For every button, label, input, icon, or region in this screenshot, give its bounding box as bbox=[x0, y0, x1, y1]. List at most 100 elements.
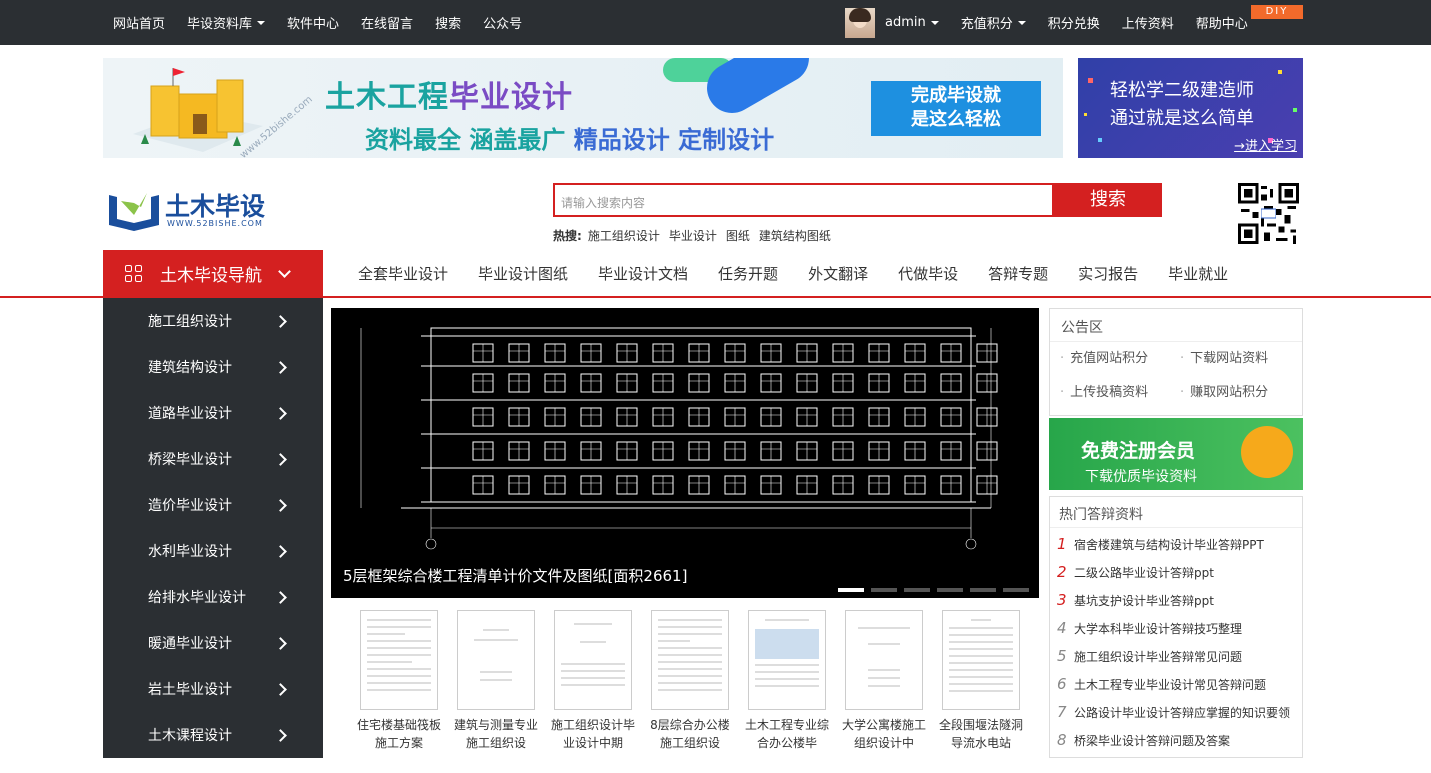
thumbnail-card[interactable]: 全段围堰法隧洞导流水电站 bbox=[939, 598, 1023, 758]
sidebar-item[interactable]: 桥梁毕业设计 bbox=[103, 436, 323, 482]
nav-link[interactable]: 毕业设计图纸 bbox=[478, 263, 568, 284]
nav-link[interactable]: 毕业设计文档 bbox=[598, 263, 688, 284]
register-banner-subtitle: 下载优质毕设资料 bbox=[1085, 469, 1197, 485]
hot-search-link[interactable]: 建筑结构图纸 bbox=[759, 227, 831, 244]
chevron-right-icon bbox=[274, 636, 287, 650]
banner-cta-button[interactable]: 完成毕设就 是这么轻松 bbox=[871, 81, 1041, 136]
hot-search-link[interactable]: 施工组织设计 bbox=[588, 227, 660, 244]
search-button[interactable]: 搜索 bbox=[1054, 183, 1162, 217]
document-thumbnails: 住宅楼基础筏板施工方案 建筑与测量专业施工组织设 施工组织设计毕业设计中期 8层… bbox=[331, 598, 1039, 758]
nav-link[interactable]: 代做毕设 bbox=[898, 263, 958, 284]
slider-dot[interactable] bbox=[1003, 588, 1029, 592]
hot-search-link[interactable]: 毕业设计 bbox=[669, 227, 717, 244]
hot-defense-list: 1 宿舍楼建筑与结构设计毕业答辩PPT 2 二级公路毕业设计答辩ppt 3 基坑支护设… bbox=[1050, 528, 1302, 754]
top-link-home[interactable]: 网站首页 bbox=[113, 13, 165, 32]
nav-link[interactable]: 任务开题 bbox=[718, 263, 778, 284]
thumbnail-card[interactable]: 土木工程专业综合办公楼毕 bbox=[745, 598, 829, 758]
recharge-menu[interactable]: 充值积分 bbox=[961, 13, 1026, 32]
document-preview bbox=[360, 610, 438, 710]
slider-dot[interactable] bbox=[970, 588, 996, 592]
rank-number: 8 bbox=[1057, 731, 1067, 749]
hot-search-link[interactable]: 图纸 bbox=[726, 227, 750, 244]
list-item-title: 二级公路毕业设计答辩ppt bbox=[1074, 566, 1214, 580]
sidebar-item[interactable]: 岩土毕业设计 bbox=[103, 666, 323, 712]
sidebar-item[interactable]: 土木课程设计 bbox=[103, 712, 323, 758]
sidebar-item-label: 施工组织设计 bbox=[148, 314, 232, 330]
thumbnail-title: 土木工程专业综合办公楼毕 bbox=[745, 718, 829, 750]
sidebar-item-label: 造价毕业设计 bbox=[148, 498, 232, 514]
slider-dot[interactable] bbox=[937, 588, 963, 592]
diy-badge[interactable]: DIY bbox=[1251, 5, 1303, 19]
banner-cta-line2: 是这么轻松 bbox=[911, 109, 1001, 130]
notice-link[interactable]: 充值网站积分 bbox=[1060, 342, 1180, 376]
grid-icon bbox=[125, 264, 142, 282]
thumbnail-card[interactable]: 施工组织设计毕业设计中期 bbox=[551, 598, 635, 758]
sidebar-item[interactable]: 水利毕业设计 bbox=[103, 528, 323, 574]
slider-caption[interactable]: 5层框架综合楼工程清单计价文件及图纸[面积2661] bbox=[343, 565, 687, 586]
notice-link[interactable]: 下载网站资料 bbox=[1180, 342, 1300, 376]
featured-slider[interactable]: 5层框架综合楼工程清单计价文件及图纸[面积2661] bbox=[331, 308, 1039, 598]
register-banner[interactable]: 免费注册会员 下载优质毕设资料 bbox=[1049, 418, 1303, 490]
sidebar-item[interactable]: 道路毕业设计 bbox=[103, 390, 323, 436]
user-menu[interactable]: admin bbox=[885, 15, 939, 30]
chevron-right-icon bbox=[274, 452, 287, 466]
list-item[interactable]: 8 桥梁毕业设计答辩问题及答案 bbox=[1057, 726, 1302, 754]
sidebar-item[interactable]: 施工组织设计 bbox=[103, 298, 323, 344]
logo-url: WWW.52BISHE.COM bbox=[167, 219, 263, 228]
category-nav-toggle[interactable]: 土木毕设导航 bbox=[103, 250, 323, 296]
logo-name: 土木毕设 bbox=[165, 192, 266, 221]
side-banner-link[interactable]: →进入学习 bbox=[1234, 135, 1297, 154]
notice-panel: 公告区 充值网站积分 下载网站资料 上传投稿资料 赚取网站积分 bbox=[1049, 308, 1303, 416]
nav-link[interactable]: 外文翻译 bbox=[808, 263, 868, 284]
list-item[interactable]: 6 土木工程专业毕业设计常见答辩问题 bbox=[1057, 670, 1302, 698]
list-item[interactable]: 2 二级公路毕业设计答辩ppt bbox=[1057, 558, 1302, 586]
caret-down-icon bbox=[1017, 20, 1026, 25]
nav-link[interactable]: 毕业就业 bbox=[1168, 263, 1228, 284]
slider-dot[interactable] bbox=[871, 588, 897, 592]
nav-link[interactable]: 实习报告 bbox=[1078, 263, 1138, 284]
sidebar-item[interactable]: 造价毕业设计 bbox=[103, 482, 323, 528]
top-link-wechat[interactable]: 公众号 bbox=[483, 13, 522, 32]
hot-defense-panel: 热门答辩资料 1 宿舍楼建筑与结构设计毕业答辩PPT 2 二级公路毕业设计答辩ppt… bbox=[1049, 496, 1303, 758]
top-link-message[interactable]: 在线留言 bbox=[361, 13, 413, 32]
list-item-title: 宿舍楼建筑与结构设计毕业答辩PPT bbox=[1074, 538, 1264, 552]
list-item[interactable]: 1 宿舍楼建筑与结构设计毕业答辩PPT bbox=[1057, 530, 1302, 558]
main-ad-banner[interactable]: 土木工程毕业设计 资料最全 涵盖最广 精品设计 定制设计 www.52bishe… bbox=[103, 58, 1063, 158]
list-item[interactable]: 4 大学本科毕业设计答辩技巧整理 bbox=[1057, 614, 1302, 642]
slider-dot[interactable] bbox=[838, 588, 864, 592]
notice-link[interactable]: 上传投稿资料 bbox=[1060, 376, 1180, 410]
help-link[interactable]: 帮助中心 bbox=[1196, 13, 1248, 32]
top-link-search[interactable]: 搜索 bbox=[435, 13, 461, 32]
avatar[interactable] bbox=[845, 7, 875, 38]
upload-link[interactable]: 上传资料 bbox=[1122, 13, 1174, 32]
nav-link[interactable]: 答辩专题 bbox=[988, 263, 1048, 284]
rank-number: 3 bbox=[1057, 591, 1067, 609]
thumbnail-title: 大学公寓楼施工组织设计中 bbox=[842, 718, 926, 750]
list-item[interactable]: 5 施工组织设计毕业答辩常见问题 bbox=[1057, 642, 1302, 670]
list-item[interactable]: 7 公路设计毕业设计答辩应掌握的知识要领 bbox=[1057, 698, 1302, 726]
slider-dot[interactable] bbox=[904, 588, 930, 592]
sidebar-item[interactable]: 建筑结构设计 bbox=[103, 344, 323, 390]
thumbnail-card[interactable]: 住宅楼基础筏板施工方案 bbox=[357, 598, 441, 758]
thumbnail-title: 施工组织设计毕业设计中期 bbox=[551, 718, 635, 750]
sidebar-item-label: 水利毕业设计 bbox=[148, 544, 232, 560]
thumbnail-card[interactable]: 建筑与测量专业施工组织设 bbox=[454, 598, 538, 758]
banner-subtitle-a: 资料最全 涵盖最广 bbox=[365, 126, 574, 154]
thumbnail-title: 全段围堰法隧洞导流水电站 bbox=[939, 718, 1023, 750]
search-input[interactable]: 请输入搜索内容 bbox=[553, 183, 1054, 217]
sidebar-item-label: 道路毕业设计 bbox=[148, 406, 232, 422]
side-ad-banner[interactable]: 轻松学二级建造师 通过就是这么简单 →进入学习 bbox=[1078, 58, 1303, 158]
sidebar-item[interactable]: 暖通毕业设计 bbox=[103, 620, 323, 666]
list-item-title: 桥梁毕业设计答辩问题及答案 bbox=[1074, 734, 1231, 748]
top-link-library[interactable]: 毕设资料库 bbox=[187, 13, 266, 32]
sidebar-item-label: 岩土毕业设计 bbox=[148, 682, 232, 698]
thumbnail-card[interactable]: 大学公寓楼施工组织设计中 bbox=[842, 598, 926, 758]
notice-link[interactable]: 赚取网站积分 bbox=[1180, 376, 1300, 410]
site-logo[interactable]: 土木毕设 WWW.52BISHE.COM bbox=[107, 185, 292, 235]
thumbnail-card[interactable]: 8层综合办公楼施工组织设 bbox=[650, 598, 730, 758]
points-exchange-link[interactable]: 积分兑换 bbox=[1048, 13, 1100, 32]
nav-link[interactable]: 全套毕业设计 bbox=[358, 263, 448, 284]
list-item[interactable]: 3 基坑支护设计毕业答辩ppt bbox=[1057, 586, 1302, 614]
top-link-software[interactable]: 软件中心 bbox=[287, 13, 339, 32]
sidebar-item[interactable]: 给排水毕业设计 bbox=[103, 574, 323, 620]
